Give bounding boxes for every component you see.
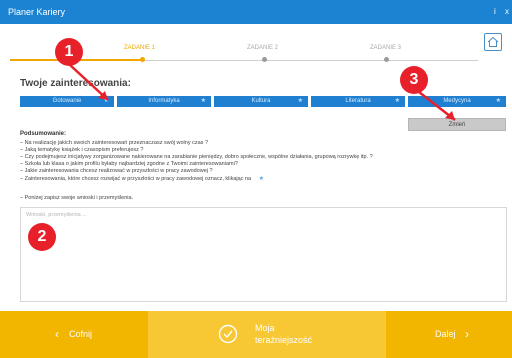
home-icon (487, 36, 499, 47)
summary-title: Podsumowanie: (20, 131, 67, 137)
summary-line: – Jaką tematykę książek i czasopism pref… (20, 147, 144, 153)
summary-line: – Na realizację jakich swoich zaintereso… (20, 140, 208, 146)
app-title: Planer Kariery (8, 7, 66, 17)
annotation-badge-2: 2 (28, 223, 56, 251)
center-label-line1: Moja (255, 323, 275, 333)
interest-kultura[interactable]: Kultura ★ (214, 96, 308, 107)
back-button[interactable]: ‹ Cofnij (55, 325, 115, 345)
step-3-label: ZADANIE 3 (370, 45, 402, 51)
notes-textarea[interactable]: Wnioski, przemyślenia ... (20, 207, 507, 302)
star-icon: ★ (297, 98, 303, 104)
back-label: Cofnij (69, 329, 93, 339)
footer-bar: Moja teraźniejszość ‹ Cofnij Dalej › (0, 311, 512, 358)
step-2-dot[interactable] (262, 57, 267, 62)
center-label-line2: teraźniejszość (255, 335, 313, 345)
clock-icon (218, 324, 238, 344)
footer-center-panel[interactable]: Moja teraźniejszość (148, 311, 386, 358)
summary-last-line: – Poniżej zapisz swoje wnioski i przemyś… (20, 195, 134, 201)
summary-line-text: – Zainteresowania, które chcesz rozwijać… (20, 176, 252, 182)
star-icon: ★ (495, 98, 501, 104)
close-icon[interactable]: x (505, 0, 509, 24)
step-1-label: ZADANIE 1 (124, 45, 156, 51)
step-1-dot[interactable] (140, 57, 145, 62)
interest-label: Informatyka (148, 98, 180, 104)
star-icon: ★ (200, 98, 206, 104)
annotation-badge-1: 1 (55, 38, 83, 66)
next-button[interactable]: Dalej › (435, 325, 485, 345)
notes-placeholder: Wnioski, przemyślenia ... (26, 212, 87, 218)
step-2-label: ZADANIE 2 (247, 45, 279, 51)
step-3-dot[interactable] (384, 57, 389, 62)
interest-label: Literatura (345, 98, 371, 104)
annotation-badge-3: 3 (400, 66, 428, 94)
summary-line-star: – Zainteresowania, które chcesz rozwijać… (20, 175, 264, 182)
info-icon[interactable]: i (494, 0, 496, 24)
annotation-arrow-1 (69, 64, 109, 101)
interest-literatura[interactable]: Literatura ★ (311, 96, 405, 107)
star-icon: ★ (258, 176, 265, 182)
title-bar: Planer Kariery i x (0, 0, 512, 24)
chevron-left-icon: ‹ (55, 327, 59, 341)
interest-label: Kultura (251, 98, 271, 104)
next-label: Dalej (435, 329, 456, 339)
home-button[interactable] (484, 33, 502, 51)
interest-informatyka[interactable]: Informatyka ★ (117, 96, 211, 107)
chevron-right-icon: › (465, 327, 469, 341)
summary-line: – Szkoła lub klasa o jakim profilu byłab… (20, 161, 238, 167)
summary-line: – Czy podejmujesz inicjatywy zorganizowa… (20, 154, 373, 160)
summary-line: – Jakie zainteresowania chcesz realizowa… (20, 168, 213, 174)
